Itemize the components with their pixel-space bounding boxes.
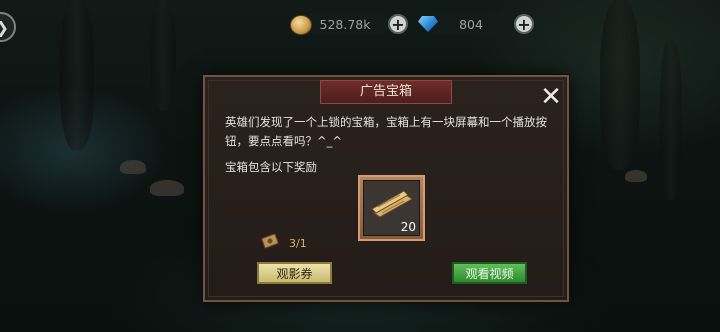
wood-plank-icon [371,190,413,218]
gem-amount: 804 [426,13,516,35]
dialog-title: 广告宝箱 [320,80,452,104]
rewards-label: 宝箱包含以下奖励 [225,160,317,174]
back-arrow-icon: ❯ [0,18,9,37]
use-ticket-button[interactable]: 观影券 [257,262,332,284]
ad-chest-dialog: 广告宝箱 ✕ 英雄们发现了一个上锁的宝箱，宝箱上有一块屏幕和一个播放按钮，要点点… [203,75,569,302]
dialog-description: 英雄们发现了一个上锁的宝箱，宝箱上有一块屏幕和一个播放按钮，要点点看吗？^_^ [225,115,547,148]
resource-bar: ❯ 528.78k + 804 + [0,10,720,42]
movie-ticket-icon [261,233,279,249]
add-gold-button[interactable]: + [388,14,408,34]
close-icon: ✕ [540,82,562,112]
add-gems-button[interactable]: + [514,14,534,34]
watch-video-button[interactable]: 观看视频 [452,262,527,284]
close-button[interactable]: ✕ [540,84,562,110]
reward-count: 20 [400,220,416,234]
ticket-count: 3/1 [289,237,307,250]
gold-amount: 528.78k [300,13,390,35]
gold-resource: 528.78k + [290,13,410,35]
gold-coin-icon [290,15,312,35]
reward-item-slot[interactable]: 20 [358,175,425,241]
gem-resource: 804 + [416,13,536,35]
back-button[interactable]: ❯ [0,12,16,42]
